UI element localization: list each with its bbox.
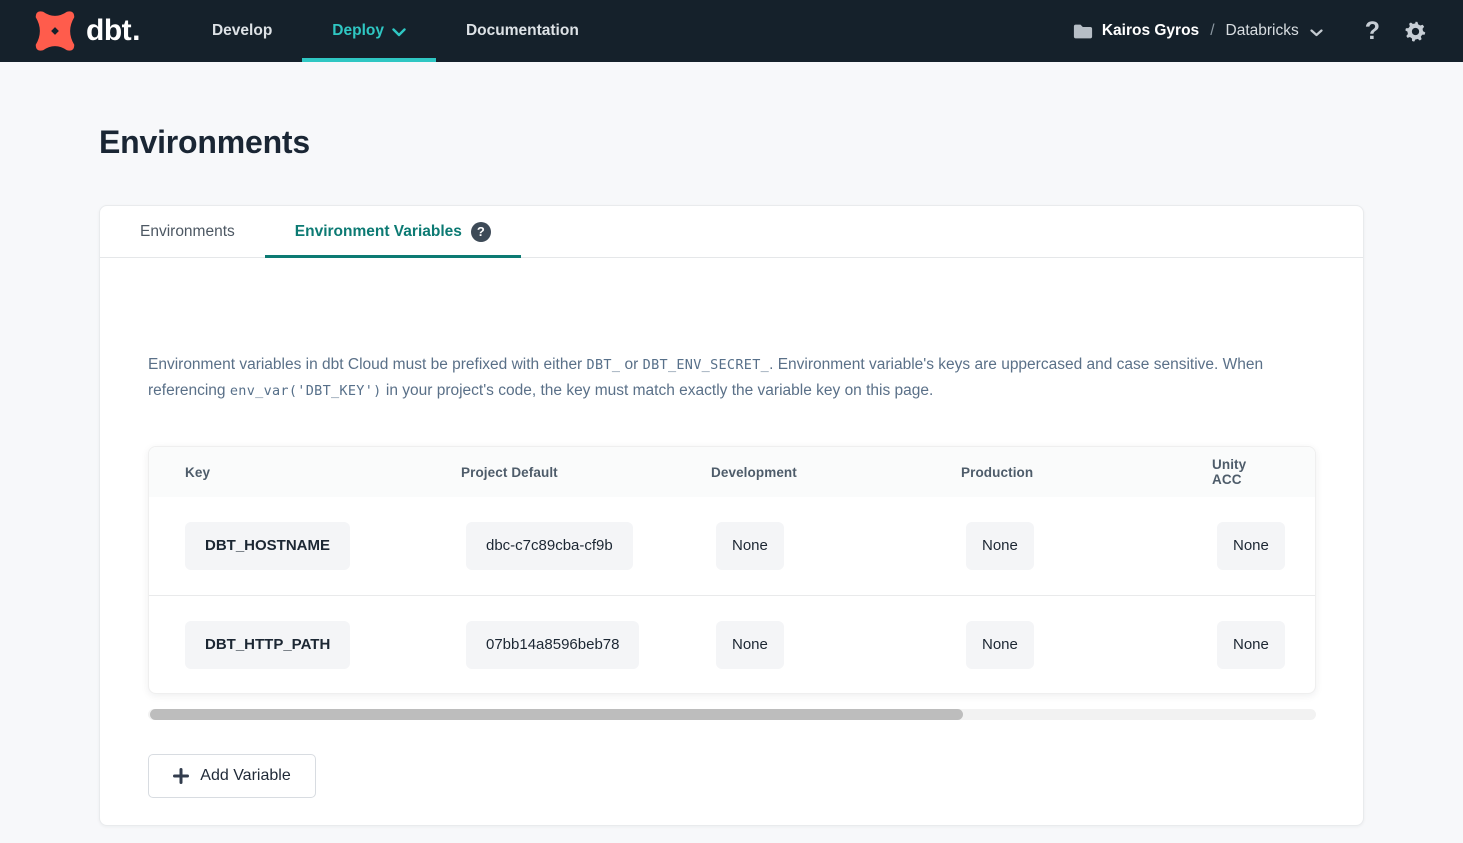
project-default-cell[interactable]: 07bb14a8596beb78 bbox=[466, 621, 639, 669]
production-value-cell[interactable]: None bbox=[966, 621, 1034, 669]
page-body: Environments Environments Environment Va… bbox=[0, 124, 1463, 826]
code-dbt-prefix: DBT_ bbox=[587, 357, 621, 373]
breadcrumb-separator: / bbox=[1208, 22, 1216, 40]
nav-item-documentation[interactable]: Documentation bbox=[436, 0, 609, 62]
unity-acc-value-cell[interactable]: None bbox=[1217, 621, 1285, 669]
environments-card: Environments Environment Variables ? Env… bbox=[99, 205, 1364, 826]
variable-key-cell[interactable]: DBT_HOSTNAME bbox=[185, 522, 350, 570]
gear-icon[interactable] bbox=[1404, 20, 1427, 43]
column-header-project-default: Project Default bbox=[461, 465, 711, 480]
chevron-down-icon bbox=[392, 28, 406, 37]
project-name: Kairos Gyros bbox=[1102, 22, 1199, 40]
column-header-unity-acc: Unity ACC bbox=[1212, 457, 1279, 487]
nav-item-deploy[interactable]: Deploy bbox=[302, 0, 436, 62]
table-row: DBT_HTTP_PATH 07bb14a8596beb78 None None… bbox=[149, 595, 1315, 693]
horizontal-scrollbar-track[interactable] bbox=[148, 709, 1316, 720]
development-value-cell[interactable]: None bbox=[716, 621, 784, 669]
column-header-production: Production bbox=[961, 465, 1212, 480]
active-nav-underline bbox=[302, 58, 436, 62]
tab-environments[interactable]: Environments bbox=[110, 206, 265, 257]
nav-item-label: Documentation bbox=[466, 22, 579, 40]
environment-variables-table: Key Project Default Development Producti… bbox=[148, 446, 1316, 694]
nav-item-label: Deploy bbox=[332, 22, 384, 40]
tab-label: Environment Variables bbox=[295, 223, 462, 241]
nav-item-develop[interactable]: Develop bbox=[182, 0, 302, 62]
horizontal-scrollbar-thumb[interactable] bbox=[150, 709, 963, 720]
deployment-name: Databricks bbox=[1226, 22, 1299, 40]
brand-wordmark: dbt. bbox=[86, 16, 140, 46]
tab-bar: Environments Environment Variables ? bbox=[100, 206, 1363, 258]
page-title: Environments bbox=[99, 124, 1463, 161]
folder-icon bbox=[1073, 23, 1093, 40]
production-value-cell[interactable]: None bbox=[966, 522, 1034, 570]
column-header-key: Key bbox=[185, 465, 461, 480]
add-variable-button[interactable]: Add Variable bbox=[148, 754, 316, 798]
help-icon[interactable]: ? bbox=[1365, 19, 1380, 44]
variable-key-cell[interactable]: DBT_HTTP_PATH bbox=[185, 621, 350, 669]
dbt-logo[interactable]: dbt. bbox=[0, 9, 140, 53]
table-row: DBT_HOSTNAME dbc-c7c89cba-cf9b None None… bbox=[149, 497, 1315, 595]
account-switcher[interactable]: Kairos Gyros / Databricks bbox=[1073, 22, 1323, 40]
plus-icon bbox=[173, 768, 189, 784]
tab-environment-variables[interactable]: Environment Variables ? bbox=[265, 206, 521, 257]
tab-content: Environment variables in dbt Cloud must … bbox=[100, 258, 1363, 798]
code-env-var-example: env_var('DBT_KEY') bbox=[230, 383, 382, 399]
column-header-development: Development bbox=[711, 465, 961, 480]
primary-nav: Develop Deploy Documentation bbox=[182, 0, 609, 62]
topnav-right: Kairos Gyros / Databricks ? bbox=[1073, 19, 1463, 44]
nav-item-label: Develop bbox=[212, 22, 272, 40]
project-default-cell[interactable]: dbc-c7c89cba-cf9b bbox=[466, 522, 633, 570]
development-value-cell[interactable]: None bbox=[716, 522, 784, 570]
tab-label: Environments bbox=[140, 223, 235, 241]
top-navigation: dbt. Develop Deploy Documentation Kairos… bbox=[0, 0, 1463, 62]
unity-acc-value-cell[interactable]: None bbox=[1217, 522, 1285, 570]
code-dbt-env-secret-prefix: DBT_ENV_SECRET_ bbox=[643, 357, 769, 373]
table-header-row: Key Project Default Development Producti… bbox=[149, 447, 1315, 497]
help-circle-icon[interactable]: ? bbox=[471, 222, 491, 242]
chevron-down-icon bbox=[1310, 29, 1323, 37]
add-variable-label: Add Variable bbox=[200, 767, 290, 785]
dbt-logo-icon bbox=[32, 9, 78, 53]
env-var-description: Environment variables in dbt Cloud must … bbox=[148, 352, 1316, 404]
